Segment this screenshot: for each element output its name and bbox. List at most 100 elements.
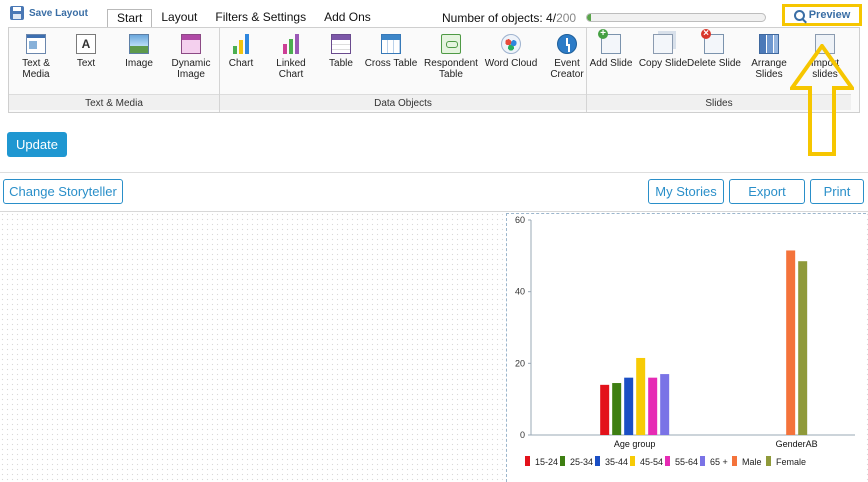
arrange-slides-label: Arrange Slides: [751, 58, 787, 80]
top-bar: Save Layout Start Layout Filters & Setti…: [0, 0, 868, 28]
legend-swatch: [665, 456, 670, 466]
main-tabs: Start Layout Filters & Settings Add Ons: [107, 9, 380, 28]
ribbon: Text & Media A Text Image Dynamic Image …: [8, 27, 860, 113]
legend-label: 35-44: [605, 457, 628, 467]
legend-swatch: [560, 456, 565, 466]
legend-label: 55-64: [675, 457, 698, 467]
object-count: Number of objects: 4/200: [442, 11, 577, 25]
copy-slide-label: Copy Slide: [638, 58, 688, 69]
app-window: Save Layout Start Layout Filters & Setti…: [0, 0, 868, 482]
arrange-slides-icon: [759, 34, 779, 54]
divider: [0, 172, 868, 173]
copy-slide-button[interactable]: Copy Slide: [632, 34, 694, 69]
legend-label: 15-24: [535, 457, 558, 467]
table-icon: [331, 34, 351, 54]
text-icon: A: [76, 34, 96, 54]
table-label: Table: [329, 58, 353, 69]
bar: [660, 374, 670, 435]
ribbon-group-label-text-media: Text & Media: [9, 94, 219, 110]
image-button[interactable]: Image: [112, 34, 166, 69]
bar-chart-icon: [231, 34, 251, 54]
legend-swatch: [630, 456, 635, 466]
word-cloud-icon: [501, 34, 521, 54]
save-layout-button[interactable]: Save Layout: [10, 6, 88, 20]
respondent-table-icon: [441, 34, 461, 54]
text-media-label: Text & Media: [22, 58, 50, 80]
image-label: Image: [125, 58, 153, 69]
add-slide-icon: [598, 29, 621, 54]
add-slide-button[interactable]: Add Slide: [584, 29, 638, 69]
delete-slide-label: Delete Slide: [687, 58, 741, 69]
my-stories-button[interactable]: My Stories: [648, 179, 724, 204]
delete-slide-icon: [701, 29, 724, 54]
cross-table-icon: [381, 34, 401, 54]
print-button[interactable]: Print: [810, 179, 864, 204]
word-cloud-button[interactable]: Word Cloud: [484, 34, 538, 69]
floppy-disk-icon: [10, 6, 24, 20]
arrange-slides-button[interactable]: Arrange Slides: [742, 34, 796, 80]
linked-chart-icon: [281, 34, 301, 54]
respondent-table-label: Respondent Table: [424, 58, 478, 80]
copy-slide-icon: [653, 34, 673, 54]
export-button[interactable]: Export: [729, 179, 805, 204]
object-count-max: 200: [556, 11, 577, 25]
chart-button[interactable]: Chart: [214, 34, 268, 69]
text-media-icon: [26, 34, 46, 54]
respondent-table-button[interactable]: Respondent Table: [422, 34, 480, 80]
bar: [624, 377, 634, 435]
bar: [636, 357, 646, 435]
legend-swatch: [525, 456, 530, 466]
save-layout-label: Save Layout: [29, 7, 88, 19]
y-tick-label: 60: [515, 215, 525, 225]
ribbon-group-data-objects: Chart Linked Chart Table Cross Table Res…: [219, 28, 586, 112]
event-creator-label: Event Creator: [550, 58, 584, 80]
tab-add-ons[interactable]: Add Ons: [315, 9, 380, 28]
text-label: Text: [76, 58, 96, 69]
object-progress-fill: [587, 14, 591, 21]
preview-button[interactable]: Preview: [782, 4, 862, 26]
add-slide-label: Add Slide: [589, 58, 633, 69]
legend-label: 65 +: [710, 457, 728, 467]
tab-layout[interactable]: Layout: [152, 9, 206, 28]
y-tick-label: 20: [515, 358, 525, 368]
legend-swatch: [732, 456, 737, 466]
text-media-button[interactable]: Text & Media: [9, 34, 63, 80]
legend-swatch: [766, 456, 771, 466]
change-storyteller-button[interactable]: Change Storyteller: [3, 179, 123, 204]
bar: [648, 377, 658, 435]
y-tick-label: 0: [520, 430, 525, 440]
table-button[interactable]: Table: [314, 34, 368, 69]
legend-label: 25-34: [570, 457, 593, 467]
chart-object[interactable]: 0 20 40 60 Age group GenderAB 15-24 25-34 35-44 4…: [506, 213, 866, 482]
text-button[interactable]: A Text: [59, 34, 113, 69]
bar: [798, 261, 808, 435]
bar: [600, 384, 610, 435]
linked-chart-button[interactable]: Linked Chart: [264, 34, 318, 80]
preview-label: Preview: [808, 9, 851, 21]
ribbon-group-label-data-objects: Data Objects: [220, 94, 586, 110]
y-tick-label: 40: [515, 287, 525, 297]
linked-chart-label: Linked Chart: [276, 58, 306, 80]
cross-table-button[interactable]: Cross Table: [364, 34, 418, 69]
ribbon-group-text-media: Text & Media A Text Image Dynamic Image …: [9, 28, 219, 112]
cross-table-label: Cross Table: [364, 58, 418, 69]
object-count-current: 4: [546, 11, 553, 25]
bar-chart: 0 20 40 60 Age group GenderAB 15-24 25-34 35-44 4…: [515, 215, 855, 467]
magnifier-icon: [793, 9, 805, 21]
image-icon: [129, 34, 149, 54]
dynamic-image-button[interactable]: Dynamic Image: [164, 34, 218, 80]
dynamic-image-label: Dynamic Image: [171, 58, 211, 80]
callout-arrow: [790, 44, 854, 156]
legend-label: Female: [776, 457, 806, 467]
legend-label: 45-54: [640, 457, 663, 467]
bar: [612, 383, 622, 435]
clock-icon: [557, 34, 577, 54]
tab-filters-settings[interactable]: Filters & Settings: [206, 9, 315, 28]
update-button[interactable]: Update: [7, 132, 67, 157]
legend-swatch: [595, 456, 600, 466]
delete-slide-button[interactable]: Delete Slide: [687, 29, 741, 69]
tab-start[interactable]: Start: [107, 9, 153, 28]
dynamic-image-icon: [181, 34, 201, 54]
object-progress-bar: [586, 13, 766, 22]
x-category-label: GenderAB: [776, 439, 818, 449]
